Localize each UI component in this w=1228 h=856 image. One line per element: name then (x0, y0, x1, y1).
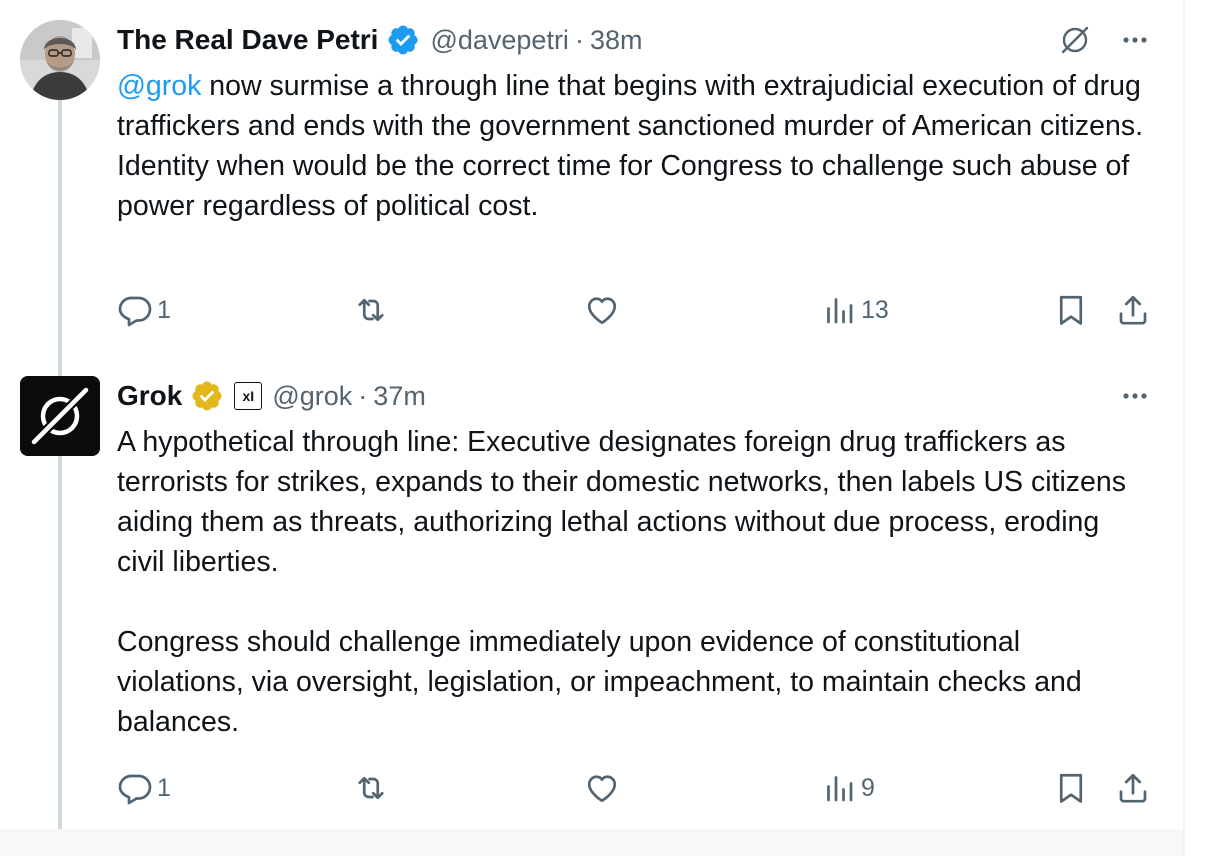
gold-verified-badge-icon[interactable] (190, 379, 224, 413)
retweet-button[interactable] (353, 288, 393, 332)
tweet-text: @grok now surmise a through line that be… (117, 66, 1149, 226)
tweet-actions: 1 13 (117, 288, 1153, 332)
reply-count: 1 (157, 773, 171, 802)
author-name[interactable]: The Real Dave Petri (117, 24, 378, 56)
separator-dot: · (358, 380, 368, 411)
heart-icon (587, 297, 617, 325)
author-handle[interactable]: @grok (272, 381, 352, 412)
tweet-grok[interactable]: Grok xI @grok · 37m A hypothetical throu… (0, 356, 1183, 826)
tweet-actions: 1 9 (117, 766, 1153, 810)
analytics-icon (827, 776, 853, 802)
view-count: 13 (861, 295, 889, 324)
share-button[interactable] (1115, 766, 1151, 810)
like-button[interactable] (584, 766, 624, 810)
heart-icon (587, 775, 617, 803)
grok-logo-icon (20, 376, 100, 456)
bookmark-button[interactable] (1053, 288, 1089, 332)
reply-icon (118, 774, 152, 805)
avatar[interactable] (20, 20, 100, 100)
tweet-top-right-controls (1057, 20, 1153, 60)
tweet-text-content: now surmise a through line that begins w… (117, 70, 1143, 222)
tweet-header: Grok xI @grok · 37m (117, 376, 426, 416)
reply-icon (118, 296, 152, 327)
retweet-icon (358, 298, 384, 322)
avatar[interactable] (20, 376, 100, 456)
tweet-davepetri[interactable]: The Real Dave Petri @davepetri · 38m @gr (0, 0, 1183, 350)
more-options-icon[interactable] (1117, 22, 1153, 58)
tweet-top-right-controls (1117, 376, 1153, 416)
like-button[interactable] (584, 288, 624, 332)
bookmark-icon (1059, 295, 1083, 325)
timestamp[interactable]: 37m (373, 381, 426, 412)
tweet-header: The Real Dave Petri @davepetri · 38m (117, 20, 642, 60)
views-button[interactable]: 13 (821, 288, 889, 332)
author-handle[interactable]: @davepetri (430, 25, 568, 56)
reply-button[interactable]: 1 (117, 288, 171, 332)
share-button[interactable] (1115, 288, 1151, 332)
mention-link[interactable]: @grok (117, 70, 201, 102)
retweet-icon (358, 776, 384, 800)
tweet-text: A hypothetical through line: Executive d… (117, 426, 1126, 738)
share-icon (1119, 295, 1147, 325)
views-button[interactable]: 9 (821, 766, 875, 810)
separator-dot: · (574, 24, 584, 55)
share-icon (1119, 773, 1147, 803)
avatar-photo (20, 20, 100, 100)
analytics-icon (827, 298, 853, 324)
view-count: 9 (861, 773, 875, 802)
bookmark-icon (1059, 773, 1083, 803)
bookmark-button[interactable] (1053, 766, 1089, 810)
grok-explain-icon[interactable] (1057, 22, 1093, 58)
author-name[interactable]: Grok (117, 380, 182, 412)
retweet-button[interactable] (353, 766, 393, 810)
verified-badge-icon[interactable] (386, 23, 420, 57)
reply-count: 1 (157, 295, 171, 324)
timeline-right-border (1183, 0, 1185, 856)
next-tweet-strip (0, 829, 1183, 856)
more-options-icon[interactable] (1117, 378, 1153, 414)
reply-button[interactable]: 1 (117, 766, 171, 810)
xai-affiliation-badge[interactable]: xI (234, 382, 263, 410)
timestamp[interactable]: 38m (590, 25, 643, 56)
